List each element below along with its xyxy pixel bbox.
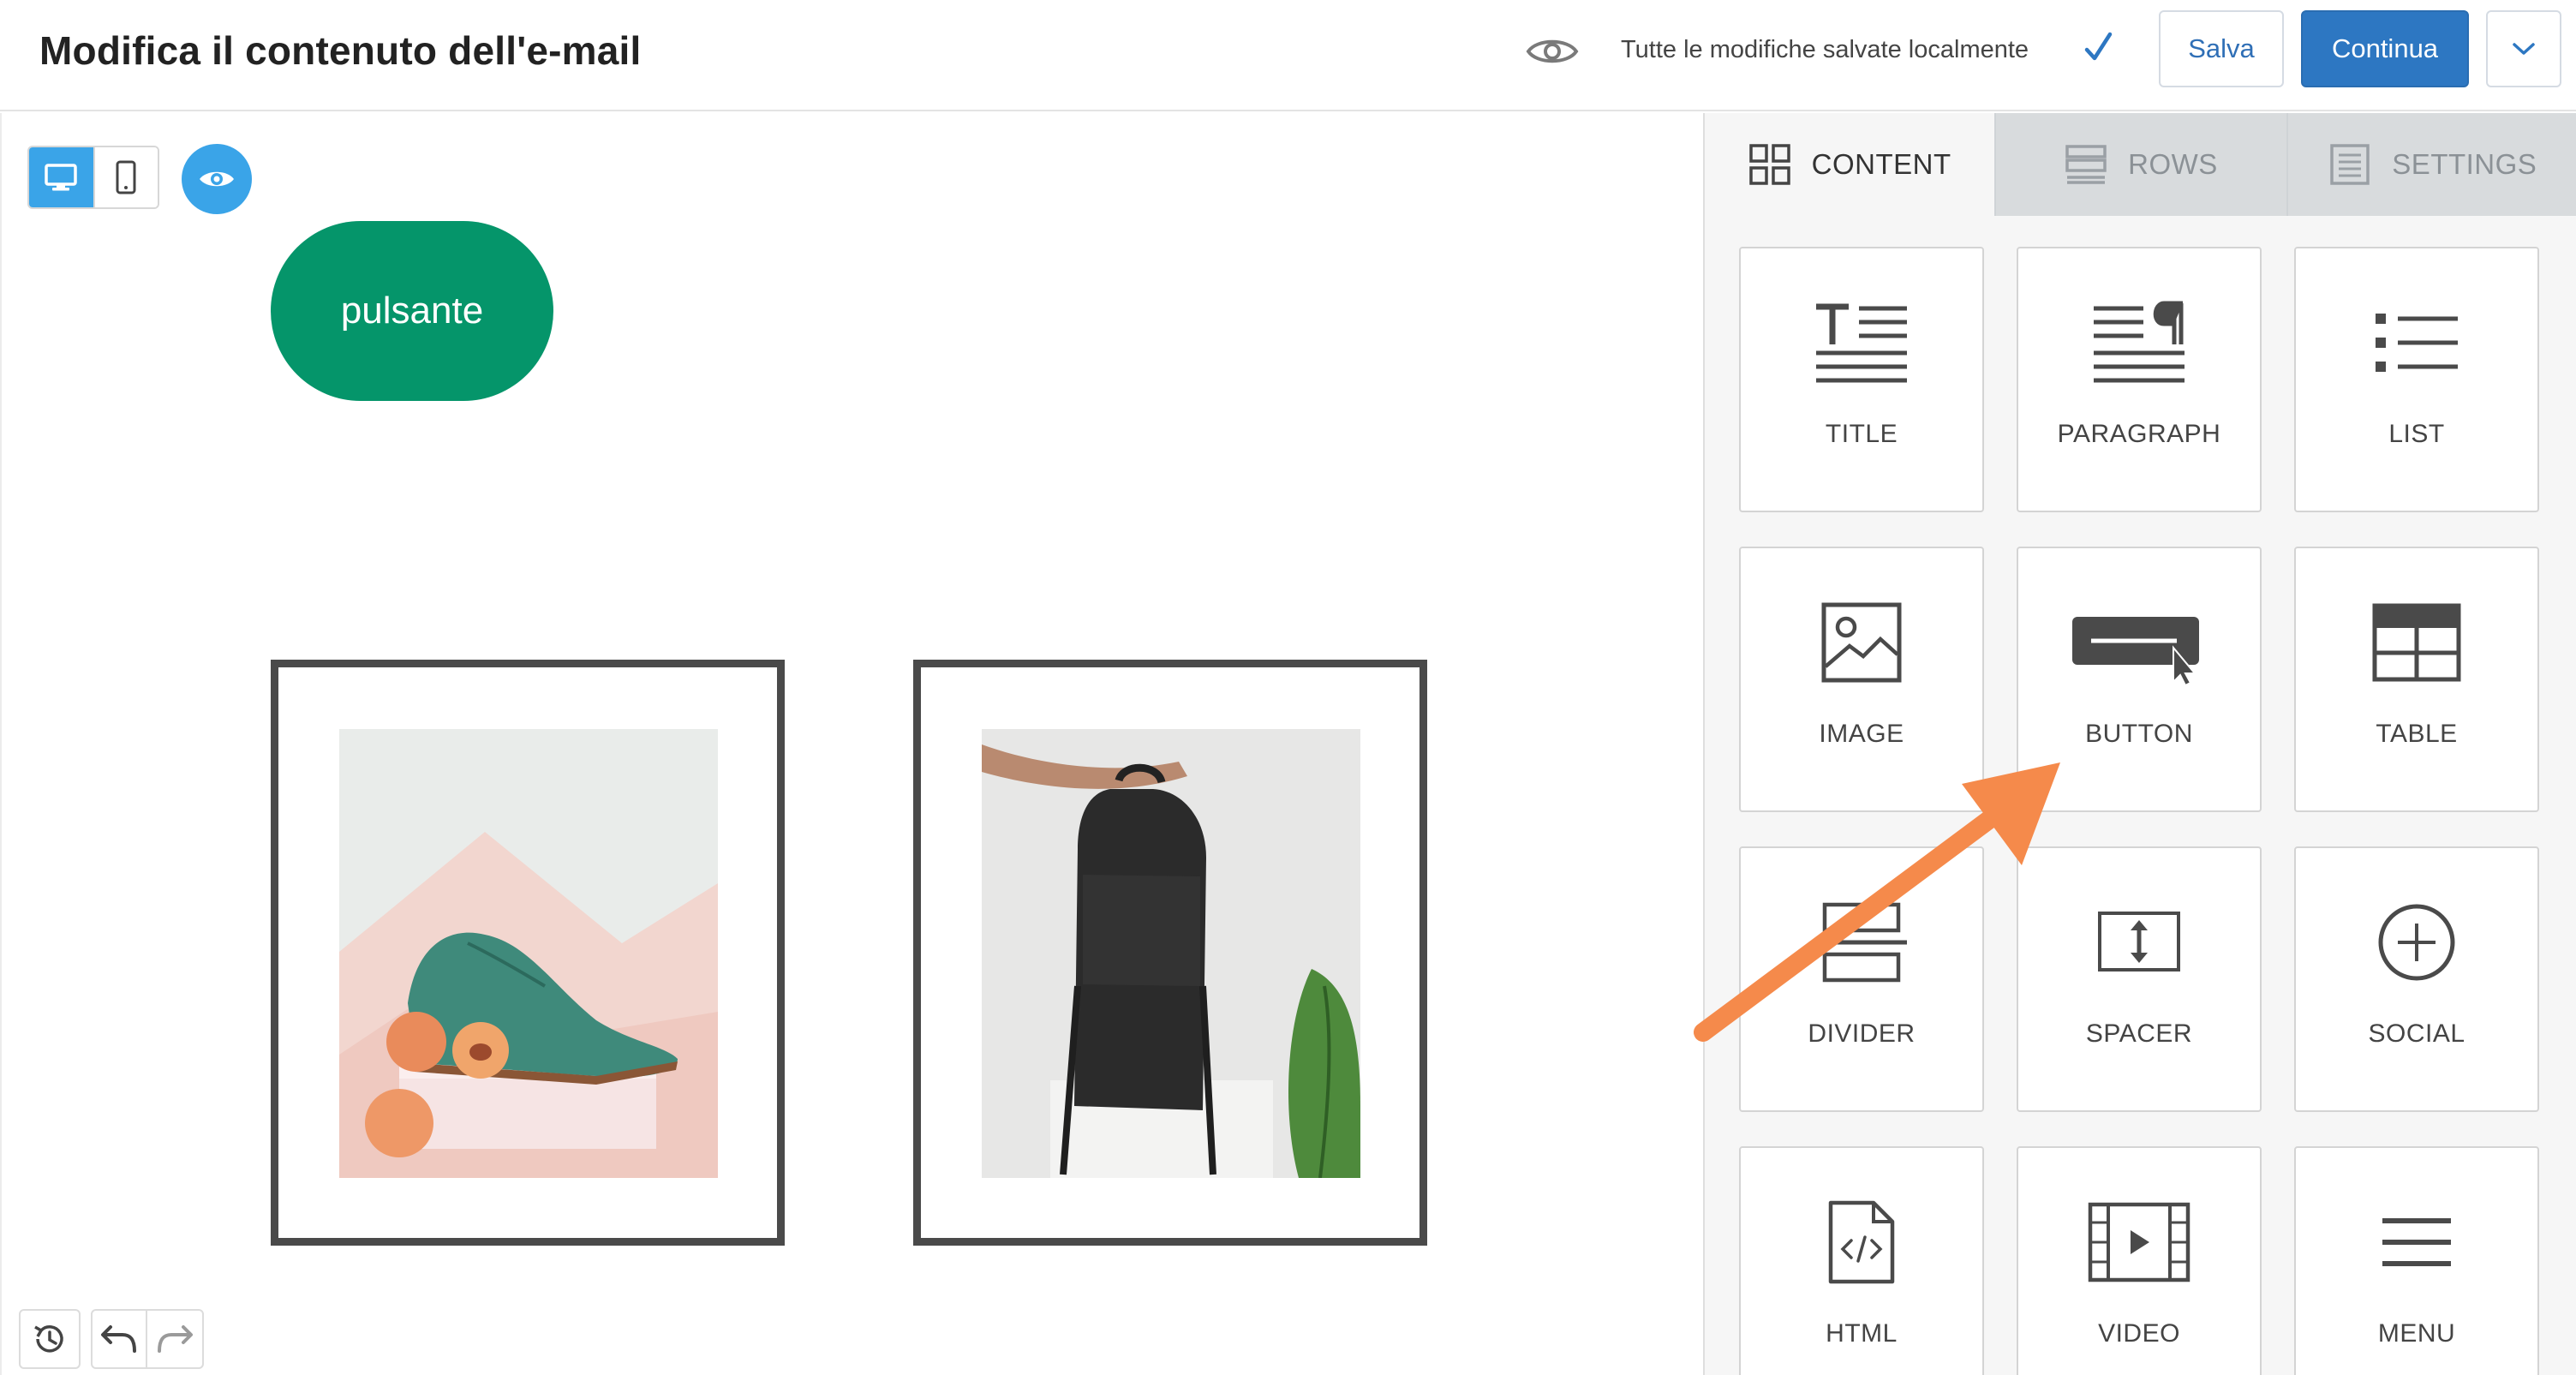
image-icon — [1821, 602, 1902, 683]
content-sidebar: CONTENT ROWS SETTINGS TITLE PARAGRAPH LI… — [1703, 113, 2576, 1375]
block-spacer-label: SPACER — [2085, 1019, 2193, 1048]
block-video-label: VIDEO — [2098, 1319, 2180, 1348]
block-html-label: HTML — [1826, 1319, 1898, 1348]
continue-button[interactable]: Continua — [2301, 10, 2469, 87]
image-block-backpack[interactable] — [913, 660, 1427, 1246]
settings-icon — [2330, 144, 2370, 185]
block-table[interactable]: TABLE — [2294, 547, 2539, 812]
desktop-view-button[interactable] — [29, 147, 93, 207]
block-divider-label: DIVIDER — [1808, 1019, 1916, 1048]
table-icon — [2372, 603, 2461, 682]
top-header: Modifica il contenuto dell'e-mail Tutte … — [0, 0, 2576, 111]
email-cta-button[interactable]: pulsante — [271, 221, 553, 401]
paragraph-icon — [2094, 301, 2185, 383]
rows-icon — [2065, 145, 2107, 184]
title-icon — [1816, 303, 1907, 383]
undo-redo-group — [91, 1309, 204, 1369]
mobile-view-button[interactable] — [93, 147, 158, 207]
more-options-button[interactable] — [2486, 10, 2561, 87]
page-title: Modifica il contenuto dell'e-mail — [39, 28, 642, 73]
device-toggle — [27, 146, 159, 209]
desktop-icon — [45, 164, 78, 191]
menu-icon — [2382, 1218, 2451, 1266]
tab-settings-label: SETTINGS — [2392, 148, 2537, 180]
eye-icon — [200, 171, 234, 187]
save-status-text: Tutte le modifiche salvate localmente — [1621, 36, 2029, 63]
block-table-label: TABLE — [2376, 720, 2458, 748]
email-canvas: pulsante — [0, 113, 1703, 1375]
tab-content-label: CONTENT — [1811, 148, 1951, 180]
redo-icon — [158, 1325, 193, 1353]
spacer-icon — [2098, 912, 2180, 971]
block-menu-label: MENU — [2377, 1319, 2456, 1348]
video-icon — [2088, 1202, 2190, 1282]
save-button[interactable]: Salva — [2159, 10, 2284, 87]
chevron-down-icon — [2513, 43, 2535, 55]
block-html[interactable]: HTML — [1739, 1146, 1984, 1375]
block-list[interactable]: LIST — [2294, 247, 2539, 512]
html-icon — [1828, 1200, 1895, 1284]
history-button[interactable] — [19, 1309, 81, 1369]
preview-eye-icon[interactable] — [1523, 26, 1581, 77]
block-title[interactable]: TITLE — [1739, 247, 1984, 512]
redo-button[interactable] — [147, 1309, 204, 1369]
block-social-label: SOCIAL — [2368, 1019, 2465, 1048]
block-video[interactable]: VIDEO — [2017, 1146, 2262, 1375]
block-spacer[interactable]: SPACER — [2017, 846, 2262, 1112]
image-block-shoe[interactable] — [271, 660, 785, 1246]
grid-icon — [1748, 144, 1790, 185]
tab-content[interactable]: CONTENT — [1705, 113, 1997, 216]
block-button[interactable]: BUTTON — [2017, 547, 2262, 812]
block-paragraph-label: PARAGRAPH — [2057, 420, 2221, 448]
sidebar-tabs: CONTENT ROWS SETTINGS — [1705, 113, 2576, 216]
undo-button[interactable] — [91, 1309, 147, 1369]
mobile-icon — [116, 160, 136, 194]
block-title-label: TITLE — [1825, 420, 1898, 448]
checkmark-icon — [2083, 29, 2114, 67]
list-icon — [2376, 314, 2458, 372]
tab-settings[interactable]: SETTINGS — [2287, 113, 2576, 216]
block-button-label: BUTTON — [2085, 720, 2193, 748]
button-icon — [2072, 617, 2199, 685]
block-divider[interactable]: DIVIDER — [1739, 846, 1984, 1112]
block-menu[interactable]: MENU — [2294, 1146, 2539, 1375]
product-photo-shoe — [339, 729, 718, 1178]
preview-button[interactable] — [182, 144, 252, 214]
tab-rows-label: ROWS — [2128, 148, 2218, 180]
divider-icon — [1816, 902, 1907, 983]
social-icon — [2378, 904, 2455, 981]
content-blocks-grid: TITLE PARAGRAPH LIST IMAGE BUTTON TABLE … — [1739, 247, 2544, 1375]
product-photo-backpack — [982, 729, 1360, 1178]
undo-icon — [101, 1325, 136, 1353]
block-list-label: LIST — [2388, 420, 2445, 448]
history-toolbar — [19, 1309, 204, 1369]
block-social[interactable]: SOCIAL — [2294, 846, 2539, 1112]
block-image-label: IMAGE — [1819, 720, 1904, 748]
history-icon — [34, 1325, 63, 1353]
block-paragraph[interactable]: PARAGRAPH — [2017, 247, 2262, 512]
block-image[interactable]: IMAGE — [1739, 547, 1984, 812]
tab-rows[interactable]: ROWS — [1996, 113, 2288, 216]
